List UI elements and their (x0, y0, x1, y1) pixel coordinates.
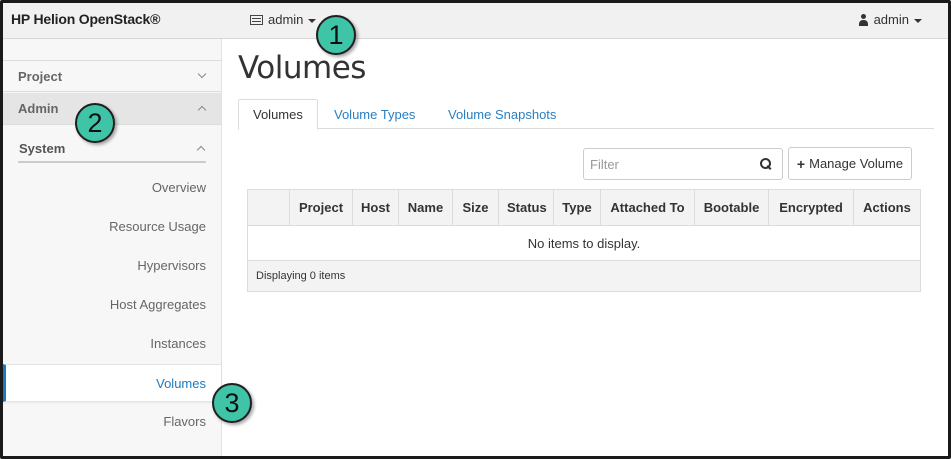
column-header-status[interactable]: Status (498, 190, 553, 226)
manage-volume-button[interactable]: + Manage Volume (788, 147, 912, 180)
caret-down-icon (308, 18, 317, 23)
user-icon (858, 13, 869, 26)
chevron-up-icon (197, 105, 207, 115)
tab-volume-snapshots[interactable]: Volume Snapshots (434, 99, 570, 129)
user-menu-label: admin (873, 12, 909, 27)
filter-input[interactable] (590, 155, 750, 173)
callout-badge: 1 (316, 15, 356, 55)
manage-volume-label: Manage Volume (809, 156, 904, 171)
search-icon[interactable] (760, 158, 772, 170)
tab-volume-types[interactable]: Volume Types (320, 99, 429, 129)
project-switcher-label: admin (268, 12, 304, 27)
project-icon (250, 14, 263, 25)
chevron-up-icon (196, 145, 206, 155)
brand-logo[interactable]: HP Helion OpenStack® (11, 11, 160, 27)
column-header-attached-to[interactable]: Attached To (600, 190, 694, 226)
sidebar-item-volumes[interactable]: Volumes (3, 364, 221, 402)
filter-box (583, 148, 783, 180)
column-header-host[interactable]: Host (352, 190, 398, 226)
sidebar-item-hypervisors[interactable]: Hypervisors (3, 247, 221, 285)
column-header-size[interactable]: Size (452, 190, 498, 226)
sidebar-item-flavors[interactable]: Flavors (3, 403, 221, 441)
sidebar-item-host-aggregates[interactable]: Host Aggregates (3, 286, 221, 324)
tab-bar: Volumes Volume Types Volume Snapshots (238, 99, 934, 130)
column-header-type[interactable]: Type (553, 190, 600, 226)
column-header-name[interactable]: Name (398, 190, 452, 226)
table-footer: Displaying 0 items (248, 261, 920, 291)
tab-volumes[interactable]: Volumes (238, 99, 318, 130)
table-header: Project Host Name Size Status Type Attac… (248, 190, 920, 226)
plus-icon: + (796, 155, 806, 172)
column-header-actions: Actions (853, 190, 920, 226)
empty-message: No items to display. (248, 226, 920, 261)
callout-badge: 2 (75, 103, 115, 143)
page-title: Volumes (238, 50, 366, 86)
callout-badge: 3 (212, 383, 252, 423)
sidebar-section-label: Project (18, 68, 63, 84)
top-navbar: HP Helion OpenStack® admin admin (3, 3, 948, 39)
app-window: HP Helion OpenStack® admin admin Project… (0, 0, 951, 459)
select-all-column[interactable] (248, 190, 289, 226)
sidebar-section-label: Admin (18, 101, 59, 116)
sidebar: Project Admin System Overview Resource U… (3, 39, 222, 456)
sidebar-item-overview[interactable]: Overview (3, 169, 221, 207)
sidebar-item-instances[interactable]: Instances (3, 325, 221, 363)
volumes-table: Project Host Name Size Status Type Attac… (247, 189, 921, 292)
column-header-project[interactable]: Project (289, 190, 352, 226)
column-header-encrypted[interactable]: Encrypted (768, 190, 853, 226)
sidebar-group-system[interactable]: System (18, 135, 206, 163)
sidebar-group-label: System (19, 140, 66, 156)
column-header-bootable[interactable]: Bootable (694, 190, 768, 226)
sidebar-item-resource-usage[interactable]: Resource Usage (3, 208, 221, 246)
caret-down-icon (914, 18, 922, 23)
project-switcher[interactable]: admin (250, 12, 317, 27)
user-menu[interactable]: admin (858, 12, 922, 27)
chevron-down-icon (197, 69, 207, 79)
sidebar-section-project[interactable]: Project (3, 60, 221, 92)
